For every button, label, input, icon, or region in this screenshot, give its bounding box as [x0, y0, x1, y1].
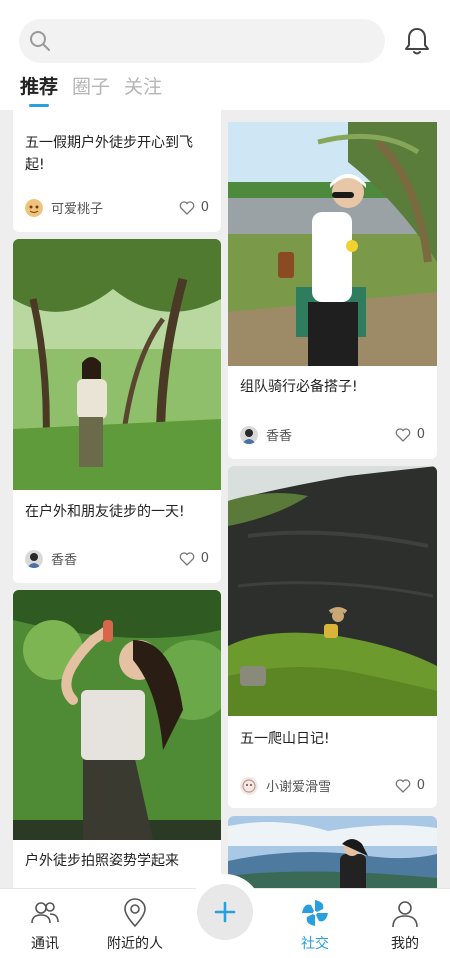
like-count: 0 [416, 427, 425, 442]
like-count: 0 [200, 200, 209, 215]
post-image [228, 816, 437, 888]
post-image [13, 590, 221, 840]
tab-following[interactable]: 关注 [124, 72, 162, 99]
feed: 五一假期户外徒步开心到飞起! 可爱桃子 0 组队骑行必备搭子! 香香 0 在户外… [0, 110, 450, 888]
heart-icon [395, 427, 411, 442]
like-count: 0 [416, 778, 425, 793]
post-image [228, 466, 437, 716]
notification-bell-icon[interactable] [403, 26, 431, 56]
post-title: 五一假期户外徒步开心到飞起! [25, 135, 193, 173]
avatar [240, 425, 258, 444]
nav-nearby[interactable]: 附近的人 [90, 897, 180, 953]
like-button[interactable]: 0 [395, 778, 425, 793]
post-author[interactable]: 可爱桃子 [25, 198, 103, 217]
header: 推荐 圈子 关注 [0, 0, 450, 110]
post-title: 组队骑行必备搭子! [240, 379, 358, 395]
post-card[interactable]: 户外徒步拍照姿势学起来 [13, 590, 221, 888]
heart-icon [179, 551, 195, 566]
post-author[interactable]: 香香 [25, 549, 77, 568]
contacts-icon [31, 902, 59, 924]
like-count: 0 [200, 551, 209, 566]
pinwheel-icon [302, 900, 328, 926]
post-card[interactable]: 五一假期户外徒步开心到飞起! 可爱桃子 0 [13, 110, 221, 232]
post-author[interactable]: 香香 [240, 425, 292, 444]
heart-icon [179, 200, 195, 215]
plus-icon [214, 901, 236, 923]
active-tab-indicator [29, 104, 49, 107]
post-card[interactable] [228, 816, 437, 888]
tab-circles[interactable]: 圈子 [72, 72, 110, 99]
nav-label: 附近的人 [107, 936, 163, 952]
like-button[interactable]: 0 [179, 551, 209, 566]
author-name: 小谢爱滑雪 [266, 780, 332, 795]
post-card[interactable]: 五一爬山日记! 小谢爱滑雪 0 [228, 466, 437, 808]
heart-icon [395, 778, 411, 793]
nav-profile[interactable]: 我的 [360, 897, 450, 953]
avatar [25, 549, 43, 568]
author-name: 香香 [51, 553, 78, 568]
like-button[interactable]: 0 [179, 200, 209, 215]
post-image [228, 122, 437, 366]
post-card[interactable]: 组队骑行必备搭子! 香香 0 [228, 122, 437, 459]
post-author[interactable]: 小谢爱滑雪 [240, 776, 331, 795]
post-title: 在户外和朋友徒步的一天! [25, 504, 185, 520]
post-title: 户外徒步拍照姿势学起来 [25, 853, 179, 869]
post-title: 五一爬山日记! [240, 731, 330, 747]
search-icon [30, 31, 50, 51]
nav-label: 通讯 [31, 936, 59, 952]
create-post-button[interactable] [197, 884, 253, 940]
author-name: 可爱桃子 [51, 202, 104, 217]
search-bar[interactable] [19, 19, 385, 63]
nav-contacts[interactable]: 通讯 [0, 897, 90, 953]
nav-label: 我的 [391, 936, 419, 952]
location-pin-icon [124, 898, 146, 928]
profile-icon [392, 901, 418, 928]
like-button[interactable]: 0 [395, 427, 425, 442]
avatar [240, 776, 258, 795]
nav-label: 社交 [301, 936, 329, 952]
post-image [13, 239, 221, 490]
author-name: 香香 [266, 429, 293, 444]
tab-recommend[interactable]: 推荐 [20, 72, 58, 99]
nav-social[interactable]: 社交 [270, 897, 360, 953]
post-card[interactable]: 在户外和朋友徒步的一天! 香香 0 [13, 239, 221, 583]
avatar [25, 198, 43, 217]
